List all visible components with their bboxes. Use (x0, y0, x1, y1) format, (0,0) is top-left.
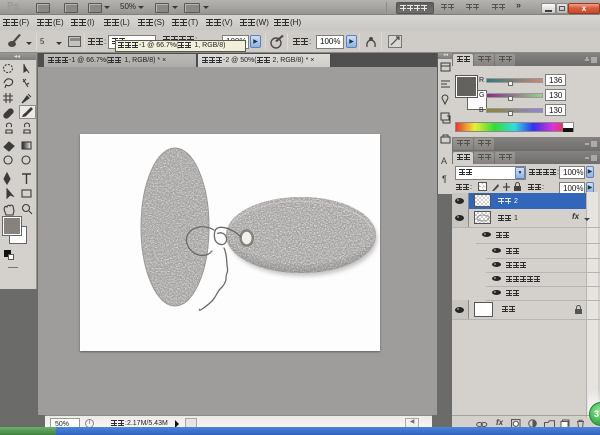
svg-text:¶: ¶ (442, 174, 447, 184)
svg-text:A: A (441, 156, 447, 166)
